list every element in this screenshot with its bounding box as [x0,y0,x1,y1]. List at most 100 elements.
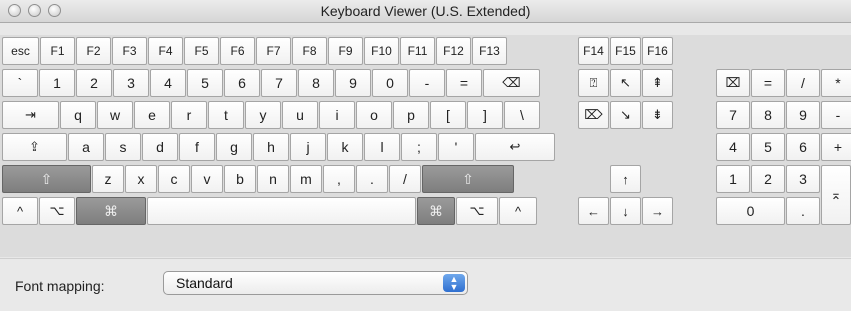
key-sym[interactable]: / [389,165,421,193]
key-sym[interactable]: = [446,69,482,97]
keypad-2[interactable]: 2 [751,165,785,193]
key-l[interactable]: l [364,133,400,161]
key-c[interactable]: c [158,165,190,193]
key-f14[interactable]: F14 [578,37,609,65]
key-sym[interactable]: ; [401,133,437,161]
key-d[interactable]: d [142,133,178,161]
key-v[interactable]: v [191,165,223,193]
key-x[interactable]: x [125,165,157,193]
font-mapping-select[interactable]: Standard ▲ ▼ [163,271,468,295]
forward-delete-key[interactable]: ⌦ [578,101,609,129]
key-sym[interactable]: [ [430,101,466,129]
keypad-decimal[interactable]: . [786,197,820,225]
key-j[interactable]: j [290,133,326,161]
key-k[interactable]: k [327,133,363,161]
key-s[interactable]: s [105,133,141,161]
key-4[interactable]: 4 [150,69,186,97]
key-m[interactable]: m [290,165,322,193]
key-1[interactable]: 1 [39,69,75,97]
keypad-divide[interactable]: / [786,69,820,97]
return-key[interactable]: ↩ [475,133,555,161]
key-a[interactable]: a [68,133,104,161]
keypad-clear-key[interactable]: ⌧ [716,69,750,97]
key-z[interactable]: z [92,165,124,193]
key-sym[interactable]: ' [438,133,474,161]
key-3[interactable]: 3 [113,69,149,97]
key-9[interactable]: 9 [335,69,371,97]
arrow-left-key[interactable]: ← [578,197,609,225]
key-7[interactable]: 7 [261,69,297,97]
tab-key[interactable]: ⇥ [2,101,59,129]
option-left-key[interactable]: ⌥ [39,197,75,225]
key-sym[interactable]: \ [504,101,540,129]
space-bar[interactable] [147,197,416,225]
key-8[interactable]: 8 [298,69,334,97]
arrow-right-key[interactable]: → [642,197,673,225]
key-f5[interactable]: F5 [184,37,219,65]
key-f4[interactable]: F4 [148,37,183,65]
key-u[interactable]: u [282,101,318,129]
option-right-key[interactable]: ⌥ [456,197,498,225]
page-down-key[interactable]: ⇟ [642,101,673,129]
keypad-7[interactable]: 7 [716,101,750,129]
key-5[interactable]: 5 [187,69,223,97]
key-e[interactable]: e [134,101,170,129]
keypad-8[interactable]: 8 [751,101,785,129]
keypad-4[interactable]: 4 [716,133,750,161]
key-f15[interactable]: F15 [610,37,641,65]
end-key[interactable]: ↘ [610,101,641,129]
control-right-key[interactable]: ^ [499,197,537,225]
key-w[interactable]: w [97,101,133,129]
key-g[interactable]: g [216,133,252,161]
keypad-9[interactable]: 9 [786,101,820,129]
key-f1[interactable]: F1 [40,37,75,65]
keypad-0[interactable]: 0 [716,197,785,225]
key-y[interactable]: y [245,101,281,129]
key-p[interactable]: p [393,101,429,129]
help-key[interactable]: ⍰ [578,69,609,97]
key-sym[interactable]: , [323,165,355,193]
key-6[interactable]: 6 [224,69,260,97]
keypad-plus[interactable]: + [821,133,851,161]
key-sym[interactable]: ] [467,101,503,129]
key-f8[interactable]: F8 [292,37,327,65]
key-f9[interactable]: F9 [328,37,363,65]
key-0[interactable]: 0 [372,69,408,97]
command-left-key[interactable]: ⌘ [76,197,146,225]
key-f11[interactable]: F11 [400,37,435,65]
keypad-3[interactable]: 3 [786,165,820,193]
arrow-up-key[interactable]: ↑ [610,165,641,193]
keypad-enter-key[interactable]: ⌅ [821,165,851,225]
keypad-minus[interactable]: - [821,101,851,129]
key-f12[interactable]: F12 [436,37,471,65]
page-up-key[interactable]: ⇞ [642,69,673,97]
key-b[interactable]: b [224,165,256,193]
shift-right-key[interactable]: ⇧ [422,165,514,193]
key-h[interactable]: h [253,133,289,161]
delete-key[interactable]: ⌫ [483,69,540,97]
command-right-key[interactable]: ⌘ [417,197,455,225]
keypad-5[interactable]: 5 [751,133,785,161]
key-o[interactable]: o [356,101,392,129]
shift-left-key[interactable]: ⇧ [2,165,91,193]
keypad-1[interactable]: 1 [716,165,750,193]
key-2[interactable]: 2 [76,69,112,97]
arrow-down-key[interactable]: ↓ [610,197,641,225]
key-f3[interactable]: F3 [112,37,147,65]
key-f6[interactable]: F6 [220,37,255,65]
keypad-6[interactable]: 6 [786,133,820,161]
key-f16[interactable]: F16 [642,37,673,65]
key-sym[interactable]: . [356,165,388,193]
key-r[interactable]: r [171,101,207,129]
keypad-multiply[interactable]: * [821,69,851,97]
home-key[interactable]: ↖ [610,69,641,97]
key-i[interactable]: i [319,101,355,129]
caps-lock-key[interactable]: ⇪ [2,133,67,161]
control-left-key[interactable]: ^ [2,197,38,225]
key-sym[interactable]: ` [2,69,38,97]
key-esc[interactable]: esc [2,37,39,65]
keypad-equals[interactable]: = [751,69,785,97]
key-f2[interactable]: F2 [76,37,111,65]
key-sym[interactable]: - [409,69,445,97]
key-t[interactable]: t [208,101,244,129]
